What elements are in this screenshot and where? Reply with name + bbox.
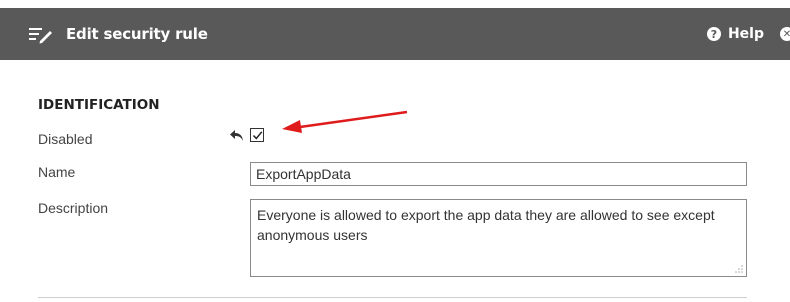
resize-grip-icon[interactable] xyxy=(734,264,744,274)
name-input[interactable] xyxy=(250,162,747,186)
close-icon[interactable]: ✕ xyxy=(780,27,790,41)
page-title: Edit security rule xyxy=(66,25,208,43)
header-left: Edit security rule xyxy=(28,8,208,60)
edit-security-rule-page: Edit security rule ? Help ✕ IDENTIFICATI… xyxy=(0,0,790,302)
edit-list-icon xyxy=(28,24,54,44)
header-bar: Edit security rule ? Help ✕ xyxy=(0,8,790,60)
disabled-label: Disabled xyxy=(38,131,93,147)
description-textarea[interactable]: Everyone is allowed to export the app da… xyxy=(250,199,747,277)
help-button[interactable]: ? Help xyxy=(706,26,764,42)
help-icon: ? xyxy=(706,27,721,41)
section-title-identification: IDENTIFICATION xyxy=(38,97,160,113)
section-divider xyxy=(38,297,747,298)
red-arrow-icon xyxy=(282,110,408,133)
header-right: ? Help ✕ xyxy=(706,8,790,60)
revert-arrow-icon[interactable] xyxy=(229,129,245,143)
description-label: Description xyxy=(38,200,109,216)
name-label: Name xyxy=(38,164,76,180)
help-label: Help xyxy=(727,26,764,42)
disabled-checkbox[interactable] xyxy=(250,128,264,142)
